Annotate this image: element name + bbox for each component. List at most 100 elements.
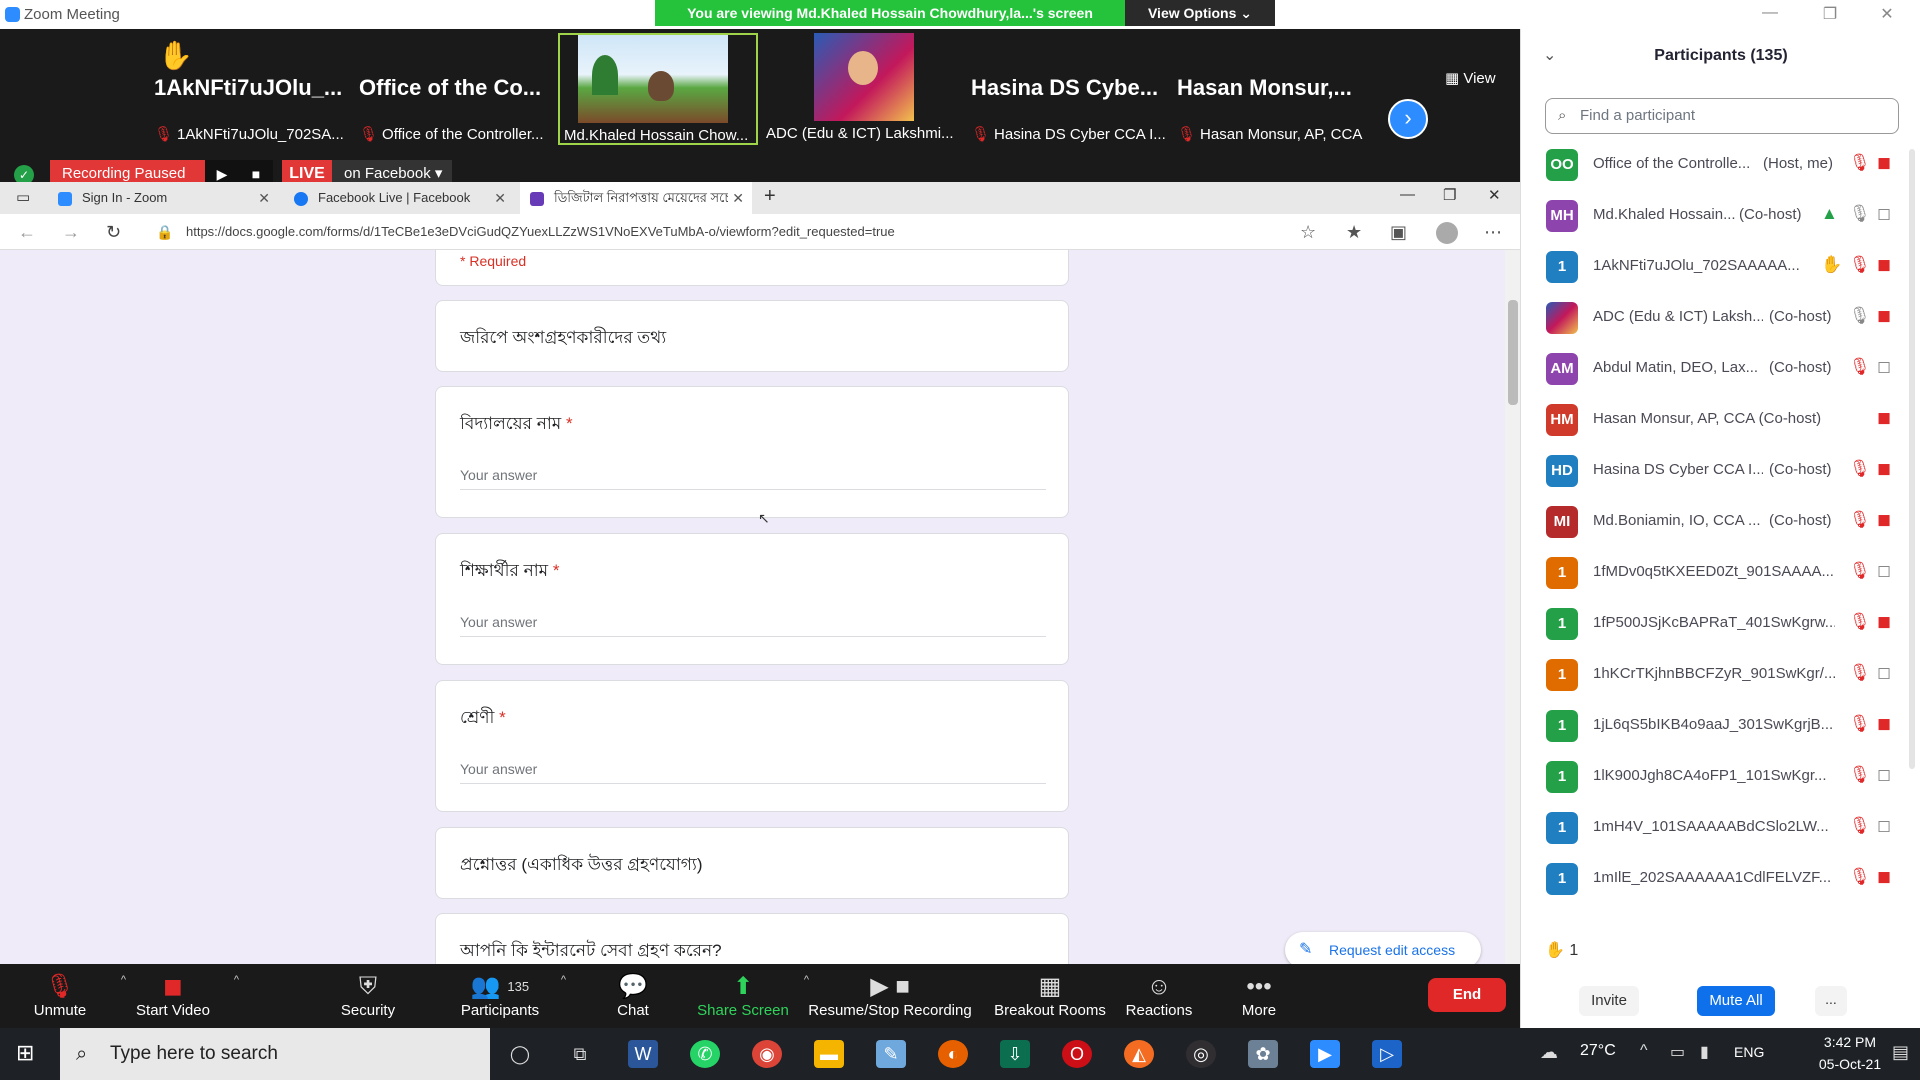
participant-row[interactable]: 1 1hKCrTKjhnBBCFZyR_901SwKgr/... 🎙 ◻ [1521, 651, 1920, 702]
chrome-icon[interactable]: ◉ [752, 1040, 782, 1068]
mic-muted-icon[interactable]: 🎙 [1849, 153, 1871, 173]
video-off-icon[interactable]: ◼ [1877, 153, 1891, 173]
back-icon[interactable]: ← [18, 222, 36, 243]
participant-row[interactable]: 1 1mH4V_101SAAAAABdCSlo2LW... 🎙 ◻ [1521, 804, 1920, 855]
close-tab-icon[interactable]: ✕ [258, 182, 270, 214]
url-field[interactable]: https://docs.google.com/forms/d/1TeCBe1e… [186, 224, 895, 239]
clock-date[interactable]: 05-Oct-21 [1810, 1056, 1890, 1072]
find-participant-input[interactable]: ⌕ Find a participant [1545, 98, 1899, 134]
network-icon[interactable]: ▭ [1670, 1042, 1685, 1062]
mic-muted-icon[interactable]: 🎙 [1849, 612, 1871, 632]
chevron-up-icon[interactable]: ^ [234, 974, 239, 986]
lock-icon[interactable]: 🔒 [156, 224, 173, 241]
video-off-icon[interactable]: ◼ [1877, 255, 1891, 275]
word-icon[interactable]: W [628, 1040, 658, 1068]
opera-icon[interactable]: O [1062, 1040, 1092, 1068]
video-tile[interactable]: ADC (Edu & ICT) Lakshmi... [762, 33, 962, 145]
video-off-icon[interactable]: ◼ [1877, 510, 1891, 530]
participant-row[interactable]: ADC (Edu & ICT) Laksh... (Co-host) 🎙 ◼ [1521, 294, 1920, 345]
video-off-icon[interactable]: ◼ [1877, 714, 1891, 734]
notepad-icon[interactable]: ✎ [876, 1040, 906, 1068]
whatsapp-icon[interactable]: ✆ [690, 1040, 720, 1068]
participant-row[interactable]: MI Md.Boniamin, IO, CCA ... (Co-host) 🎙 … [1521, 498, 1920, 549]
participant-row[interactable]: 1 1jL6qS5bIKB4o9aaJ_301SwKgrjB... 🎙 ◼ [1521, 702, 1920, 753]
video-tile[interactable]: Office of the Co... 🎙 Office of the Contr… [355, 33, 555, 145]
zoom-taskbar-icon[interactable]: ▶ [1310, 1040, 1340, 1068]
mic-icon[interactable]: 🎙 [1849, 306, 1871, 326]
browser-tab[interactable]: Facebook Live | Facebook ✕ [284, 182, 514, 214]
video-icon[interactable]: ◻ [1877, 357, 1891, 377]
answer-input[interactable]: Your answer [460, 467, 1046, 490]
video-icon[interactable]: ◻ [1877, 765, 1891, 785]
start-video-button[interactable]: ◼ Start Video ^ [113, 972, 239, 1019]
more-button[interactable]: ••• More [1199, 972, 1319, 1019]
file-explorer-icon[interactable]: ▬ [814, 1040, 844, 1068]
mic-muted-icon[interactable]: 🎙 [1849, 459, 1871, 479]
breakout-rooms-button[interactable]: ▦ Breakout Rooms [985, 972, 1115, 1019]
browser-tab-active[interactable]: ডিজিটাল নিরাপত্তায় মেয়েদের সচে ✕ [520, 182, 752, 214]
participant-row[interactable]: 1 1fP500JSjKcBAPRaT_401SwKgrw... 🎙 ◼ [1521, 600, 1920, 651]
video-icon[interactable]: ◻ [1877, 663, 1891, 683]
mic-muted-icon[interactable]: 🎙 [1849, 867, 1871, 887]
participant-row[interactable]: 1 1mIlE_202SAAAAAA1CdlFELVZF... 🎙 ◼ [1521, 855, 1920, 895]
close-icon[interactable]: ✕ [1872, 4, 1902, 24]
chevron-up-icon[interactable]: ^ [561, 974, 566, 986]
panel-more-button[interactable]: ... [1815, 986, 1847, 1016]
taskbar-search[interactable]: ⌕ Type here to search [60, 1028, 490, 1080]
close-tab-icon[interactable]: ✕ [494, 182, 506, 214]
next-page-icon[interactable]: › [1388, 99, 1428, 139]
firefox-icon[interactable]: ◐ [938, 1040, 968, 1068]
answer-input[interactable]: Your answer [460, 761, 1046, 784]
scrollbar-thumb[interactable] [1508, 300, 1518, 405]
participant-row[interactable]: OO Office of the Controlle... (Host, me)… [1521, 141, 1920, 192]
clock-time[interactable]: 3:42 PM [1810, 1034, 1890, 1050]
view-options-button[interactable]: View Options ⌄ [1125, 0, 1275, 26]
notifications-icon[interactable]: ▤ [1892, 1042, 1909, 1063]
reload-icon[interactable]: ↻ [106, 222, 121, 243]
video-off-icon[interactable]: ◼ [1877, 306, 1891, 326]
participant-row[interactable]: AM Abdul Matin, DEO, Lax... (Co-host) 🎙 … [1521, 345, 1920, 396]
unmute-button[interactable]: 🎙 Unmute ^ [0, 972, 126, 1019]
browser-minimize-icon[interactable]: — [1400, 186, 1415, 203]
invite-button[interactable]: Invite [1579, 986, 1639, 1016]
video-icon[interactable]: ◻ [1877, 561, 1891, 581]
video-off-icon[interactable]: ◼ [1877, 408, 1891, 428]
mic-muted-icon[interactable]: 🎙 [1849, 714, 1871, 734]
tray-chevron-icon[interactable]: ^ [1640, 1042, 1648, 1060]
obs-icon[interactable]: ◎ [1186, 1040, 1216, 1068]
video-tile[interactable]: ✋ 1AkNFti7uJOlu_... 🎙 1AkNFti7uJOlu_702SA… [150, 33, 350, 145]
share-screen-button[interactable]: ⬆ Share Screen ^ [683, 972, 809, 1019]
end-meeting-button[interactable]: End [1428, 978, 1506, 1012]
close-tab-icon[interactable]: ✕ [728, 182, 744, 214]
battery-icon[interactable]: ▮ [1700, 1042, 1709, 1062]
weather-temperature[interactable]: 27°C [1580, 1042, 1616, 1060]
recording-control-button[interactable]: ▶ ■ Resume/Stop Recording [805, 972, 975, 1019]
task-view-icon[interactable]: ⧉ [565, 1040, 595, 1068]
windows-start-icon[interactable]: ⊞ [16, 1040, 34, 1066]
participant-row[interactable]: 1 1fMDv0q5tKXEED0Zt_901SAAAA... 🎙 ◻ [1521, 549, 1920, 600]
participant-row[interactable]: HD Hasina DS Cyber CCA I... (Co-host) 🎙 … [1521, 447, 1920, 498]
participant-row[interactable]: HM Hasan Monsur, AP, CCA (Co-host) ◼ [1521, 396, 1920, 447]
avast-icon[interactable]: ◭ [1124, 1040, 1154, 1068]
mic-muted-icon[interactable]: 🎙 [1849, 663, 1871, 683]
browser-restore-icon[interactable]: ❐ [1443, 186, 1456, 204]
input-language[interactable]: ENG [1734, 1044, 1764, 1060]
video-icon[interactable]: ◻ [1877, 816, 1891, 836]
participant-row[interactable]: 1 1lK900Jgh8CA4oFP1_101SwKgr... 🎙 ◻ [1521, 753, 1920, 804]
add-favorite-icon[interactable]: ☆ [1300, 222, 1316, 243]
mic-muted-icon[interactable]: 🎙 [1849, 561, 1871, 581]
cortana-icon[interactable]: ◯ [505, 1040, 535, 1068]
profile-avatar[interactable] [1436, 222, 1458, 244]
paint-icon[interactable]: ✿ [1248, 1040, 1278, 1068]
video-tile[interactable]: Hasina DS Cybe... 🎙 Hasina DS Cyber CCA I… [967, 33, 1167, 145]
video-icon[interactable]: ◻ [1877, 204, 1891, 224]
chat-button[interactable]: 💬 Chat [573, 972, 693, 1019]
request-edit-access-button[interactable]: ✎ Request edit access [1285, 932, 1481, 964]
tab-actions-icon[interactable]: ▭ [16, 188, 30, 206]
video-tile-active-speaker[interactable]: Md.Khaled Hossain Chow... [558, 33, 758, 145]
security-button[interactable]: ⛨ Security [308, 972, 428, 1019]
browser-close-icon[interactable]: ✕ [1488, 186, 1501, 204]
view-layout-button[interactable]: ▦ View [1445, 69, 1496, 87]
collections-icon[interactable]: ▣ [1390, 222, 1407, 243]
video-tile[interactable]: Hasan Monsur,... 🎙 Hasan Monsur, AP, CCA [1173, 33, 1373, 145]
